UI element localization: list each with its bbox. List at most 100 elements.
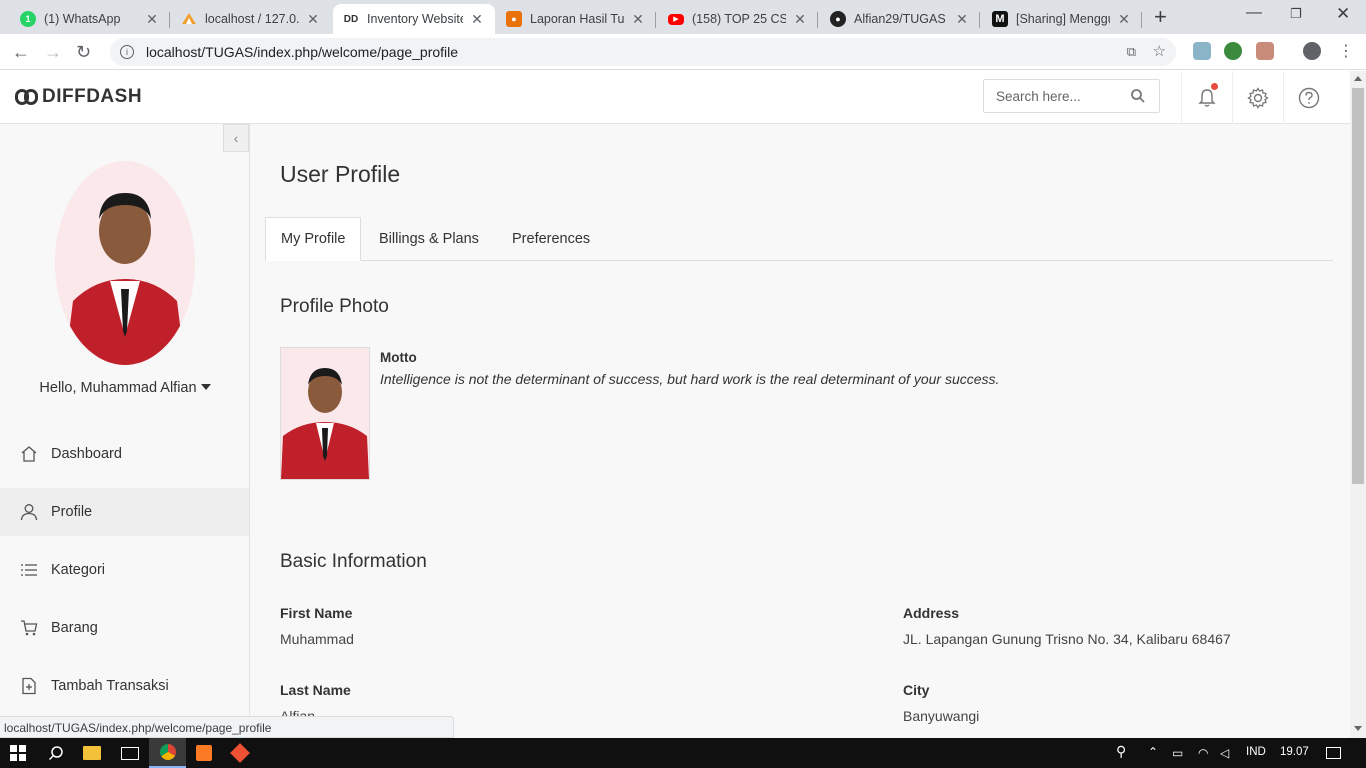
address-label: Address [903,605,960,621]
info-icon[interactable]: i [120,45,134,59]
battery-icon[interactable]: ▭ [1172,746,1183,760]
settings-button[interactable] [1232,71,1283,124]
browser-tab-laporan[interactable]: ● Laporan Hasil Tug ✕ [496,4,656,34]
chevron-left-icon: ‹ [233,130,239,146]
reload-button[interactable]: ↻ [76,40,91,64]
url-text: localhost/TUGAS/index.php/welcome/page_p… [146,44,459,60]
language-indicator[interactable]: IND [1246,746,1266,758]
close-window-button[interactable]: ✕ [1336,4,1350,24]
diffdash-icon: DD [343,13,359,25]
wifi-icon[interactable]: ◠ [1198,746,1208,760]
file-explorer-button[interactable] [74,738,110,768]
sidebar-item-label: Tambah Transaksi [51,678,169,694]
close-tab-icon[interactable]: ✕ [630,11,646,28]
address-value: JL. Lapangan Gunung Trisno No. 34, Kalib… [903,631,1231,647]
brand-logo[interactable]: DIFFDASH [15,86,142,108]
translate-icon[interactable]: ⧉ [1127,38,1136,66]
chrome-icon [159,744,176,760]
tab-my-profile[interactable]: My Profile [265,217,362,261]
search-icon [48,746,63,761]
scrollbar-thumb[interactable] [1352,88,1364,484]
youtube-icon: ▶ [668,13,684,25]
mail-icon [121,746,139,760]
cart-icon [20,619,38,637]
volume-icon[interactable]: ◁ [1220,746,1229,760]
start-button[interactable] [0,738,36,768]
browser-tab-whatsapp[interactable]: 1 (1) WhatsApp ✕ [10,4,170,34]
close-tab-icon[interactable]: ✕ [954,11,970,28]
globe-extension-icon[interactable] [1224,42,1242,60]
sidebar-item-barang[interactable]: Barang [0,604,249,652]
xampp-button[interactable] [186,738,222,768]
mail-button[interactable] [112,738,148,768]
brand-name: DIFFDASH [42,86,143,107]
git-button[interactable] [222,738,258,768]
chrome-taskbar-button[interactable] [149,738,186,768]
close-tab-icon[interactable]: ✕ [144,11,160,28]
search-icon[interactable] [1131,89,1145,108]
search-taskbar-button[interactable] [38,738,74,768]
tab-title: (1) WhatsApp [44,12,121,26]
browser-tabstrip: 1 (1) WhatsApp ✕ localhost / 127.0.0 ✕ D… [0,0,1366,34]
medium-icon: M [992,11,1008,27]
close-tab-icon[interactable]: ✕ [469,11,485,28]
minimize-button[interactable]: — [1246,4,1262,22]
search-input[interactable] [996,88,1131,104]
browser-tab-youtube[interactable]: ▶ (158) TOP 25 CS:G ✕ [658,4,818,34]
list-icon [20,561,38,579]
tab-separator [169,12,170,28]
people-icon[interactable]: ⚲ [1116,743,1126,760]
browser-tab-medium[interactable]: M [Sharing] Menggu ✕ [982,4,1142,34]
profile-photo[interactable] [280,347,370,480]
forward-button[interactable]: → [44,40,62,64]
bookmark-star-icon[interactable]: ☆ [1153,38,1166,66]
account-icon[interactable] [1303,42,1321,60]
caret-down-icon [200,384,211,390]
sidebar-item-profile[interactable]: Profile [0,488,249,536]
tab-separator [979,12,980,28]
extension-icon[interactable] [1193,42,1211,60]
classroom-icon: ● [506,11,522,27]
help-icon [1298,87,1320,108]
new-tab-button[interactable]: + [1154,6,1167,28]
help-button[interactable] [1283,71,1334,124]
tab-billings-plans[interactable]: Billings & Plans [364,217,494,261]
sidebar-item-dashboard[interactable]: Dashboard [0,430,249,478]
pdf-extension-icon[interactable] [1256,42,1274,60]
browser-menu-icon[interactable]: ⋮ [1338,40,1354,64]
restore-button[interactable]: ❐ [1290,6,1302,22]
sidebar-item-tambah-transaksi[interactable]: Tambah Transaksi [0,662,249,710]
sidebar-item-kategori[interactable]: Kategori [0,546,249,594]
windows-taskbar: ⚲ ⌃ ▭ ◠ ◁ IND 19.07 [0,738,1366,768]
close-tab-icon[interactable]: ✕ [1116,11,1132,28]
close-tab-icon[interactable]: ✕ [792,11,808,28]
user-photo [55,161,195,365]
scroll-down-arrow-icon[interactable] [1354,726,1362,731]
browser-tab-inventory[interactable]: DD Inventory Website ✕ [333,4,495,34]
scroll-up-arrow-icon[interactable] [1354,76,1362,81]
chevron-up-icon[interactable]: ⌃ [1148,745,1158,759]
home-icon [20,445,38,463]
tab-preferences[interactable]: Preferences [497,217,605,261]
user-menu-toggle[interactable]: Hello, Muhammad Alfian [0,380,250,396]
sidebar-item-label: Dashboard [51,446,122,462]
address-bar[interactable]: i localhost/TUGAS/index.php/welcome/page… [110,38,1176,66]
browser-tab-phpmyadmin[interactable]: localhost / 127.0.0 ✕ [171,4,331,34]
diffdash-logo-icon [15,89,39,105]
bell-icon [1198,88,1216,107]
clock[interactable]: 19.07 [1280,746,1309,758]
user-greeting: Hello, Muhammad Alfian [39,380,197,396]
status-bar-url: localhost/TUGAS/index.php/welcome/page_p… [0,716,454,738]
avatar[interactable] [55,161,195,365]
windows-logo-icon [10,745,26,761]
notifications-button[interactable] [1181,71,1232,124]
city-label: City [903,682,930,698]
browser-tab-github[interactable]: ● Alfian29/TUGAS ✕ [820,4,980,34]
close-tab-icon[interactable]: ✕ [305,11,321,28]
page-scrollbar[interactable] [1350,71,1366,738]
action-center-button[interactable] [1322,738,1344,768]
git-icon [230,743,250,763]
folder-icon [83,746,101,760]
sidebar-collapse-button[interactable]: ‹ [223,124,249,152]
back-button[interactable]: ← [12,40,30,64]
